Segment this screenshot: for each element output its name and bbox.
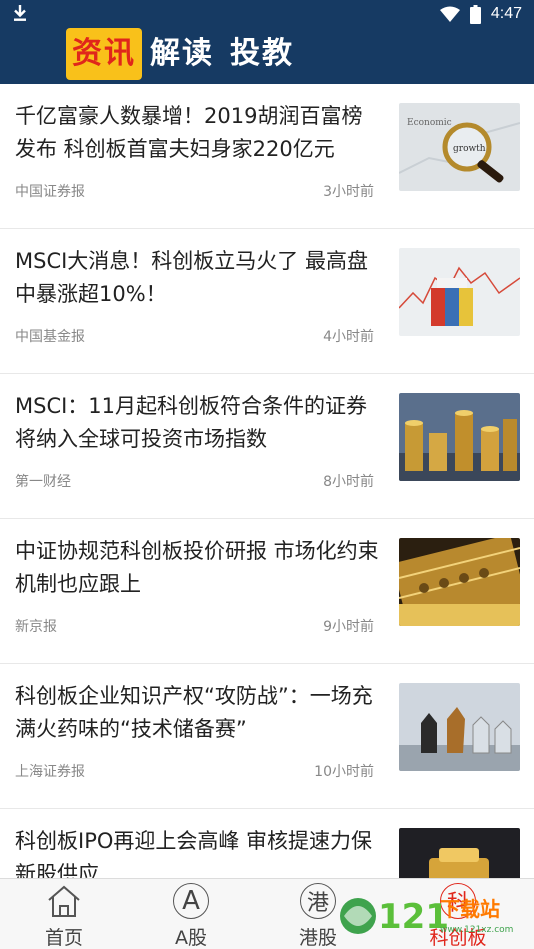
article-time: 3小时前 — [323, 184, 374, 200]
nav-a-share[interactable]: A A股 — [141, 883, 241, 949]
status-time: 4:47 — [490, 5, 522, 22]
tab-interpretation[interactable]: 解读 — [142, 28, 222, 80]
list-item[interactable]: MSCI大消息！科创板立马火了 最高盘中暴涨超10%！ 中国基金报 4小时前 — [0, 229, 534, 374]
svg-text:Economic: Economic — [407, 118, 452, 128]
wifi-icon — [439, 6, 460, 22]
nav-home-label: 首页 — [44, 927, 83, 949]
download-icon — [14, 5, 26, 21]
app-header: 4:47 资讯 解读 投教 — [0, 0, 534, 84]
tab-news[interactable]: 资讯 — [66, 28, 142, 80]
article-time: 9小时前 — [323, 619, 374, 635]
article-title[interactable]: 科创板IPO再迎上会高峰 审核提速力保新股供应 — [15, 825, 383, 878]
gold-coin-stacks-image — [399, 393, 520, 481]
article-title[interactable]: 千亿富豪人数暴增！2019胡润百富榜发布 科创板首富夫妇身家220亿元 — [15, 100, 383, 166]
home-icon — [46, 883, 82, 919]
svg-text:121: 121 — [378, 897, 449, 937]
header-tabs: 资讯 解读 投教 — [66, 28, 302, 80]
gold-bars-hands-image — [399, 828, 520, 878]
article-thumbnail[interactable] — [399, 683, 520, 771]
article-thumbnail[interactable] — [399, 828, 520, 878]
list-item[interactable]: 科创板企业知识产权“攻防战”：一场充满火药味的“技术储备赛” 上海证券报 10小… — [0, 664, 534, 809]
tab-investor-education[interactable]: 投教 — [222, 28, 302, 80]
article-title[interactable]: 科创板企业知识产权“攻防战”：一场充满火药味的“技术储备赛” — [15, 680, 383, 746]
nav-home[interactable]: 首页 — [14, 883, 114, 949]
article-title[interactable]: 中证协规范科创板投价研报 市场化约束机制也应跟上 — [15, 535, 383, 601]
news-list: 千亿富豪人数暴增！2019胡润百富榜发布 科创板首富夫妇身家220亿元 中国证券… — [0, 84, 534, 878]
article-source: 中国证券报 — [15, 184, 85, 200]
article-time: 10小时前 — [314, 764, 374, 780]
golden-abacus-image — [399, 538, 520, 626]
svg-text:下载站: 下载站 — [440, 897, 500, 921]
article-time: 4小时前 — [323, 329, 374, 345]
battery-icon — [469, 4, 481, 24]
article-thumbnail[interactable] — [399, 393, 520, 481]
list-item[interactable]: 千亿富豪人数暴增！2019胡润百富榜发布 科创板首富夫妇身家220亿元 中国证券… — [0, 84, 534, 229]
nav-a-share-label: A股 — [175, 927, 207, 949]
a-share-icon: A — [173, 883, 209, 919]
article-time: 8小时前 — [323, 474, 374, 490]
article-source: 中国基金报 — [15, 329, 85, 345]
stock-chart-blocks-image — [399, 248, 520, 336]
magnifier-economic-growth-image: Economic growth — [399, 103, 520, 191]
list-item[interactable]: 中证协规范科创板投价研报 市场化约束机制也应跟上 新京报 9小时前 — [0, 519, 534, 664]
article-thumbnail[interactable] — [399, 248, 520, 336]
article-source: 第一财经 — [15, 474, 71, 490]
article-thumbnail[interactable] — [399, 538, 520, 626]
chess-pieces-image — [399, 683, 520, 771]
article-source: 上海证券报 — [15, 764, 85, 780]
list-item[interactable]: 科创板IPO再迎上会高峰 审核提速力保新股供应 — [0, 809, 534, 878]
article-title[interactable]: MSCI大消息！科创板立马火了 最高盘中暴涨超10%！ — [15, 245, 383, 311]
list-item[interactable]: MSCI：11月起科创板符合条件的证券将纳入全球可投资市场指数 第一财经 8小时… — [0, 374, 534, 519]
hk-share-icon: 港 — [300, 883, 336, 919]
svg-text:www.121xz.com: www.121xz.com — [440, 925, 513, 935]
article-thumbnail[interactable]: Economic growth — [399, 103, 520, 191]
site-watermark-logo: 121 下载站 www.121xz.com — [340, 897, 513, 937]
article-title[interactable]: MSCI：11月起科创板符合条件的证券将纳入全球可投资市场指数 — [15, 390, 383, 456]
svg-text:growth: growth — [453, 144, 486, 154]
article-source: 新京报 — [15, 619, 57, 635]
status-bar: 4:47 — [0, 0, 534, 28]
